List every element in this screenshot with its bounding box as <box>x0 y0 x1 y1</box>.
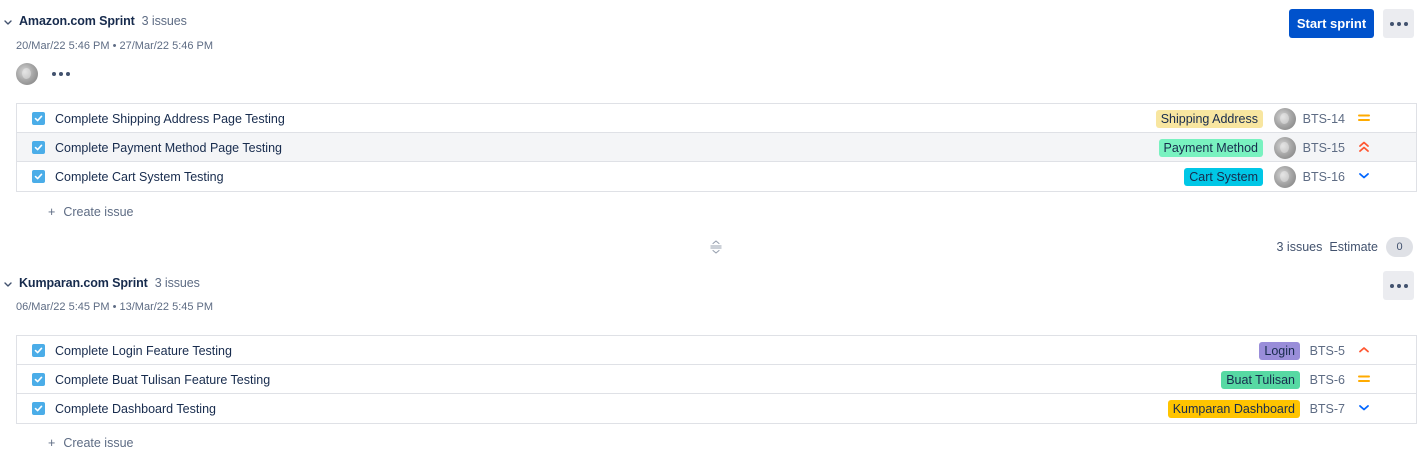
sprint-footer-stats: 3 issues Estimate 0 <box>1276 237 1413 257</box>
epic-label: Payment Method <box>1158 139 1263 157</box>
sprint-issue-count: 3 issues <box>141 14 187 28</box>
more-horizontal-icon <box>1389 283 1394 288</box>
issue-summary[interactable]: Complete Shipping Address Page Testing <box>55 112 285 126</box>
priority-highest-icon <box>1359 141 1369 152</box>
plus-icon: + <box>48 205 56 219</box>
sprint-header: Amazon.com Sprint 3 issues <box>0 12 1424 38</box>
issue-summary[interactable]: Complete Login Feature Testing <box>55 344 232 358</box>
issue-row[interactable]: Complete Login Feature Testing Login BTS… <box>17 336 1416 365</box>
more-dot <box>1403 283 1408 288</box>
issue-key[interactable]: BTS-15 <box>1303 141 1345 155</box>
priority-high-icon <box>1359 347 1369 353</box>
task-checkbox-icon <box>32 170 45 183</box>
issue-row[interactable]: Complete Cart System Testing Cart System… <box>17 162 1416 191</box>
issue-key[interactable]: BTS-6 <box>1310 373 1345 387</box>
issue-row[interactable]: Complete Payment Method Page Testing Pay… <box>17 133 1416 162</box>
epic-label: Cart System <box>1184 168 1263 186</box>
issue-list-kumparan: Complete Login Feature Testing Login BTS… <box>16 335 1417 424</box>
issue-row[interactable]: Complete Shipping Address Page Testing S… <box>17 104 1416 133</box>
issue-key[interactable]: BTS-7 <box>1310 402 1345 416</box>
sprint-more-button[interactable] <box>1383 271 1414 300</box>
task-checkbox-icon <box>32 141 45 154</box>
more-horizontal-icon <box>52 72 56 76</box>
chevron-down-icon[interactable] <box>2 16 14 28</box>
priority-low-icon <box>1359 173 1369 179</box>
footer-issue-count: 3 issues <box>1276 240 1323 254</box>
sprint-issue-count: 3 issues <box>154 276 200 290</box>
more-dot <box>66 72 70 76</box>
sprint-name: Amazon.com Sprint <box>19 14 135 28</box>
more-horizontal-icon <box>1389 21 1394 26</box>
priority-medium-icon <box>1358 375 1370 382</box>
sprint-more-button[interactable] <box>1383 9 1414 38</box>
sprint-dates: 06/Mar/22 5:45 PM • 13/Mar/22 5:45 PM <box>16 301 214 313</box>
issue-summary[interactable]: Complete Payment Method Page Testing <box>55 141 282 155</box>
more-dot <box>1403 21 1408 26</box>
issue-key[interactable]: BTS-16 <box>1303 170 1345 184</box>
priority-medium-icon <box>1358 114 1370 121</box>
sprint-members <box>16 63 70 85</box>
sprint-amazon: Amazon.com Sprint 3 issues 20/Mar/22 5:46… <box>0 12 1424 52</box>
drag-handle-icon[interactable] <box>709 240 723 254</box>
estimate-badge: 0 <box>1386 237 1413 257</box>
sprint-kumparan: Kumparan.com Sprint 3 issues 06/Mar/22 5:… <box>0 274 1424 313</box>
issue-summary[interactable]: Complete Cart System Testing <box>55 170 224 184</box>
assignee-avatar[interactable] <box>1274 108 1296 130</box>
sprint-header: Kumparan.com Sprint 3 issues <box>0 274 1424 300</box>
more-dot <box>1396 283 1401 288</box>
start-sprint-button[interactable]: Start sprint <box>1289 9 1374 38</box>
plus-icon: + <box>48 436 56 450</box>
epic-label: Login <box>1259 342 1300 360</box>
issue-key[interactable]: BTS-14 <box>1303 112 1345 126</box>
sprint-title: Amazon.com Sprint 3 issues <box>19 14 187 28</box>
create-issue-button[interactable]: + Create issue <box>48 205 134 219</box>
avatar[interactable] <box>16 63 38 85</box>
sprint-name: Kumparan.com Sprint <box>19 276 148 290</box>
members-more-button[interactable] <box>52 72 70 76</box>
epic-label: Kumparan Dashboard <box>1167 400 1300 418</box>
sprint-title: Kumparan.com Sprint 3 issues <box>19 276 200 290</box>
assignee-avatar[interactable] <box>1274 137 1296 159</box>
issue-list-amazon: Complete Shipping Address Page Testing S… <box>16 103 1417 192</box>
task-checkbox-icon <box>32 373 45 386</box>
create-issue-label: Create issue <box>63 436 134 450</box>
issue-summary[interactable]: Complete Dashboard Testing <box>55 402 216 416</box>
epic-label: Buat Tulisan <box>1221 371 1300 389</box>
chevron-down-icon[interactable] <box>2 278 14 290</box>
estimate-label: Estimate <box>1329 240 1378 254</box>
task-checkbox-icon <box>32 402 45 415</box>
assignee-avatar[interactable] <box>1274 166 1296 188</box>
priority-low-icon <box>1359 405 1369 411</box>
issue-row[interactable]: Complete Dashboard Testing Kumparan Dash… <box>17 394 1416 423</box>
issue-summary[interactable]: Complete Buat Tulisan Feature Testing <box>55 373 270 387</box>
task-checkbox-icon <box>32 112 45 125</box>
create-issue-label: Create issue <box>63 205 134 219</box>
more-dot <box>59 72 63 76</box>
task-checkbox-icon <box>32 344 45 357</box>
create-issue-button[interactable]: + Create issue <box>48 436 134 450</box>
issue-row[interactable]: Complete Buat Tulisan Feature Testing Bu… <box>17 365 1416 394</box>
epic-label: Shipping Address <box>1155 110 1263 128</box>
sprint-dates: 20/Mar/22 5:46 PM • 27/Mar/22 5:46 PM <box>16 40 214 52</box>
issue-key[interactable]: BTS-5 <box>1310 344 1345 358</box>
more-dot <box>1396 21 1401 26</box>
